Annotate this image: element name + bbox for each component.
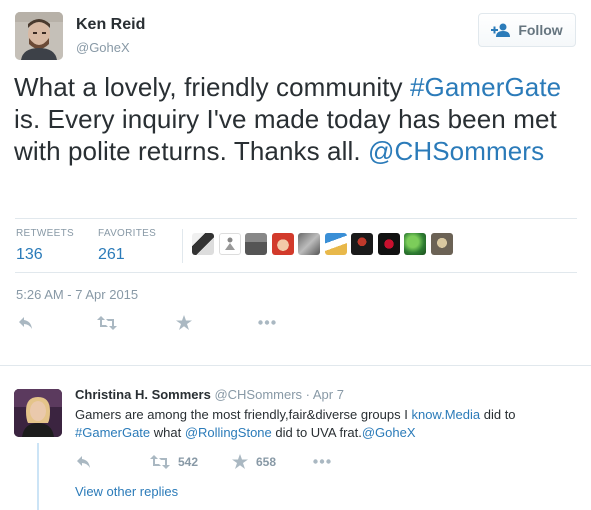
reply-favorite-button[interactable]: 658 <box>232 454 276 469</box>
author-name[interactable]: Ken Reid <box>76 16 145 34</box>
favorite-button[interactable] <box>176 315 192 330</box>
favorites-count[interactable]: 261 <box>98 246 156 264</box>
divider <box>182 229 183 263</box>
reply-text-part: Gamers are among the most friendly,fair&… <box>75 407 412 422</box>
more-button[interactable] <box>258 320 276 325</box>
reply-button[interactable] <box>18 316 34 330</box>
favoriter-avatar[interactable] <box>404 233 426 255</box>
favoriter-avatar[interactable] <box>271 233 294 255</box>
view-other-replies-link[interactable]: View other replies <box>75 484 178 499</box>
reply-text: Gamers are among the most friendly,fair&… <box>75 406 580 442</box>
retweets-stat[interactable]: RETWEETS 136 <box>16 228 74 264</box>
favoriter-avatar[interactable] <box>298 233 320 255</box>
favoriter-avatar[interactable] <box>351 233 373 255</box>
author-handle[interactable]: @GoheX <box>76 40 130 55</box>
reply-retweet-button[interactable]: 542 <box>150 455 198 469</box>
reply-icon <box>19 317 32 329</box>
follow-label: Follow <box>518 22 563 38</box>
mention-link[interactable]: @CHSommers <box>368 136 544 166</box>
favorites-label: FAVORITES <box>98 228 157 239</box>
reply-separator: · <box>302 387 313 402</box>
reply-text-part: what <box>150 425 185 440</box>
favoriter-avatar[interactable] <box>245 233 267 255</box>
hashtag-link[interactable]: #GamerGate <box>75 425 150 440</box>
favoriter-avatar[interactable] <box>430 233 453 255</box>
reply-date[interactable]: Apr 7 <box>313 387 344 402</box>
tweet-text: What a lovely, friendly community #Gamer… <box>14 71 579 167</box>
retweets-label: RETWEETS <box>16 228 74 239</box>
url-link[interactable]: know.Media <box>411 407 480 422</box>
star-icon <box>176 315 192 330</box>
reply-author-handle[interactable]: @CHSommers <box>214 387 302 402</box>
star-icon <box>232 454 248 469</box>
reply-favorite-count: 658 <box>256 454 277 469</box>
retweets-count[interactable]: 136 <box>16 246 74 264</box>
author-avatar[interactable] <box>15 12 63 60</box>
more-icon <box>313 459 331 464</box>
retweet-button[interactable] <box>97 316 117 330</box>
divider <box>15 272 577 273</box>
mention-link[interactable]: @GoheX <box>362 425 416 440</box>
reply-retweet-count: 542 <box>178 455 199 469</box>
reply-text-part: did to UVA frat. <box>271 425 362 440</box>
favoriter-avatar[interactable] <box>377 233 400 255</box>
retweet-icon <box>97 316 117 330</box>
tweet-text-part: What a lovely, friendly community <box>14 72 410 102</box>
follow-button[interactable]: Follow <box>478 13 576 47</box>
reply-more-button[interactable] <box>313 459 331 464</box>
retweet-icon <box>150 455 170 469</box>
mention-link[interactable]: @RollingStone <box>185 425 272 440</box>
reply-reply-button[interactable] <box>76 455 92 469</box>
favoriter-avatar[interactable] <box>218 233 241 255</box>
more-icon <box>258 320 276 325</box>
tweet-timestamp[interactable]: 5:26 AM - 7 Apr 2015 <box>16 287 138 302</box>
favoriter-avatars <box>192 233 457 255</box>
thread-line <box>37 443 39 510</box>
reply-author-name[interactable]: Christina H. Sommers <box>75 387 211 402</box>
divider <box>15 218 577 219</box>
section-divider <box>0 365 591 366</box>
reply-text-part: did to <box>480 407 516 422</box>
favorites-stat[interactable]: FAVORITES 261 <box>98 228 156 264</box>
favoriter-avatar[interactable] <box>192 233 214 255</box>
reply-header: Christina H. Sommers @CHSommers · Apr 7 <box>75 387 344 402</box>
reply-icon <box>77 456 90 468</box>
user-plus-icon <box>491 23 511 37</box>
favoriter-avatar[interactable] <box>324 233 347 255</box>
hashtag-link[interactable]: #GamerGate <box>410 72 561 102</box>
reply-author-avatar[interactable] <box>14 389 62 437</box>
